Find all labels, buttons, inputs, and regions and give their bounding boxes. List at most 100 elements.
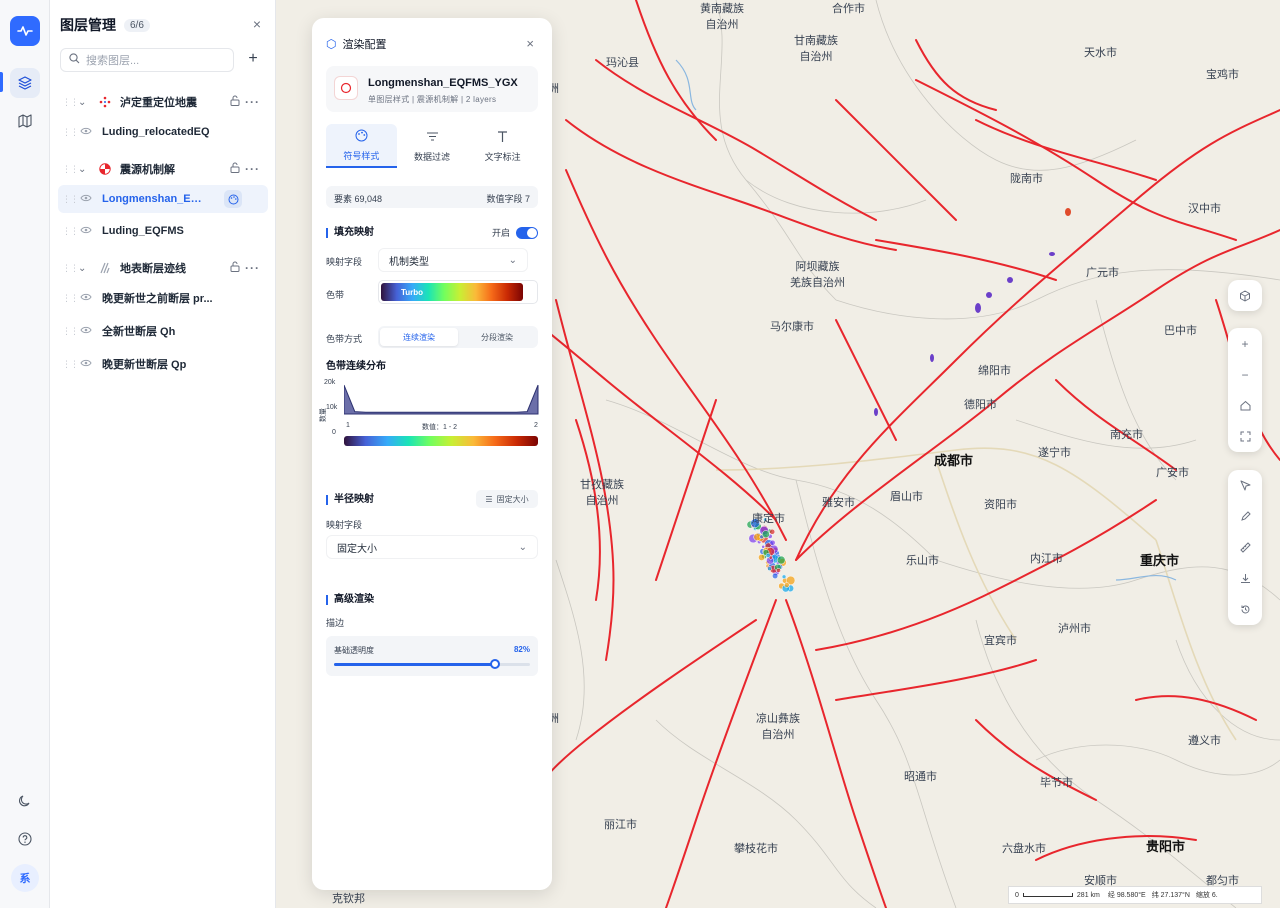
opacity-slider-thumb[interactable] — [489, 659, 500, 669]
earthquake-marker — [765, 552, 771, 558]
ramp-mode-continuous[interactable]: 连续渲染 — [380, 328, 458, 346]
lock-icon[interactable] — [230, 95, 240, 109]
map-place-label: 克钦邦 — [332, 893, 365, 905]
app-logo-icon[interactable] — [10, 16, 40, 46]
drag-handle-icon[interactable]: ⋮⋮ — [62, 359, 79, 370]
user-avatar[interactable]: 系 — [11, 864, 39, 892]
layer-row[interactable]: ⋮⋮ 晚更新世断层 Qp — [58, 350, 268, 378]
add-layer-button[interactable]: + — [244, 50, 262, 70]
more-icon[interactable]: ··· — [245, 95, 260, 109]
map-place-label: 贵阳市 — [1146, 839, 1186, 854]
layer-group-row[interactable]: ⋮⋮ ⌄ 地表断层迹线 ··· — [58, 254, 268, 282]
drag-handle-icon[interactable]: ⋮⋮ — [62, 164, 79, 175]
map-place-label: 资阳市 — [984, 499, 1017, 511]
layer-group-row[interactable]: ⋮⋮ ⌄ 泸定重定位地震 ··· — [58, 88, 268, 116]
opacity-slider-fill — [334, 663, 495, 666]
hexagon-icon: ⬡ — [326, 37, 337, 51]
lock-icon[interactable] — [230, 162, 240, 176]
eye-icon[interactable] — [80, 359, 94, 370]
layer-search-input[interactable]: 搜索图层... — [60, 48, 234, 72]
radius-field-select[interactable]: 固定大小 ⌄ — [326, 535, 538, 559]
rail-active-indicator — [0, 72, 3, 92]
stroke-label: 描边 — [326, 618, 345, 628]
layer-group-row[interactable]: ⋮⋮ ⌄ 震源机制解 ··· — [58, 155, 268, 183]
tab-text-label[interactable]: 文字标注 — [467, 124, 538, 168]
eye-icon[interactable] — [80, 293, 94, 304]
tab-label: 文字标注 — [484, 151, 521, 162]
fullscreen-icon[interactable] — [1228, 421, 1262, 452]
basemap-icon[interactable] — [10, 106, 40, 136]
close-icon[interactable]: × — [253, 16, 261, 32]
map-place-label: 遂宁市 — [1038, 447, 1071, 459]
fill-toggle[interactable] — [516, 226, 538, 239]
ruler-icon[interactable] — [1228, 532, 1262, 563]
eye-icon[interactable] — [80, 226, 94, 237]
layer-row[interactable]: ⋮⋮ Luding_relocatedEQ — [58, 118, 268, 146]
opacity-slider-track[interactable] — [334, 659, 530, 669]
hist-x-max: 2 — [534, 422, 538, 429]
zoom-out-icon[interactable]: − — [1228, 359, 1262, 390]
opacity-value: 82% — [513, 645, 530, 654]
ramp-mode-segmented-option[interactable]: 分段渲染 — [458, 328, 536, 346]
config-header: ⬡ 渲染配置 — [326, 36, 386, 52]
layer-row[interactable]: ⋮⋮ Luding_EQFMS — [58, 217, 268, 245]
chevron-down-icon[interactable]: ⌄ — [78, 263, 90, 274]
map-field-select[interactable]: 机制类型 ⌄ — [378, 248, 528, 272]
opacity-control: 基础透明度 82% — [326, 636, 538, 676]
eye-icon[interactable] — [80, 194, 94, 205]
layers-icon[interactable] — [10, 68, 40, 98]
distribution-title: 色带连续分布 — [326, 361, 386, 372]
eye-icon[interactable] — [80, 326, 94, 337]
histogram-area — [344, 384, 539, 415]
close-icon[interactable]: × — [526, 36, 534, 51]
help-icon[interactable] — [10, 824, 40, 854]
earthquake-marker — [769, 539, 776, 546]
map-place-label: 毕节市 — [1040, 777, 1073, 789]
zoom-in-icon[interactable]: + — [1228, 328, 1262, 359]
toolbar-3d — [1228, 280, 1262, 311]
ramp-mode-segmented: 连续渲染 分段渲染 — [378, 326, 538, 348]
chevron-down-icon[interactable]: ⌄ — [78, 164, 90, 175]
cursor-icon[interactable] — [1228, 470, 1262, 501]
home-icon[interactable] — [1228, 390, 1262, 421]
layer-row[interactable]: ⋮⋮ 全新世断层 Qh — [58, 317, 268, 345]
layer-row[interactable]: ⋮⋮ 晚更新世之前断层 pr... — [58, 284, 268, 312]
palette-icon[interactable] — [224, 190, 242, 208]
drag-handle-icon[interactable]: ⋮⋮ — [62, 97, 79, 108]
map-place-label: 巴中市 — [1164, 325, 1197, 337]
earthquake-marker — [769, 528, 776, 535]
more-icon[interactable]: ··· — [245, 162, 260, 176]
drag-handle-icon[interactable]: ⋮⋮ — [62, 194, 79, 205]
radius-field-value: 固定大小 — [337, 543, 377, 555]
drag-handle-icon[interactable]: ⋮⋮ — [62, 226, 79, 237]
eye-icon[interactable] — [80, 127, 94, 138]
scale-line — [1022, 893, 1073, 897]
draw-icon[interactable] — [1228, 501, 1262, 532]
tab-data-filter[interactable]: 数据过滤 — [397, 124, 468, 168]
moon-icon[interactable] — [10, 786, 40, 816]
map-place-label: 凉山彝族 自治州 — [756, 713, 800, 741]
tab-symbol-style[interactable]: 符号样式 — [326, 124, 397, 168]
layer-row-selected[interactable]: ⋮⋮ Longmenshan_EQF... — [58, 185, 268, 213]
fixed-size-button[interactable]: ☰ 固定大小 — [476, 490, 538, 508]
map-place-label: 昭通市 — [904, 771, 937, 783]
download-icon[interactable] — [1228, 563, 1262, 594]
map-place-label: 乐山市 — [906, 555, 939, 567]
color-ramp-select[interactable]: Turbo — [378, 280, 538, 304]
drag-handle-icon[interactable]: ⋮⋮ — [62, 127, 79, 138]
more-icon[interactable]: ··· — [245, 261, 260, 275]
map-place-label: 丽江市 — [604, 819, 637, 831]
cube-icon[interactable] — [1228, 280, 1262, 311]
earthquake-marker — [781, 574, 787, 580]
lock-icon[interactable] — [230, 261, 240, 275]
layer-panel-header: 图层管理 6/6 — [60, 16, 150, 34]
drag-handle-icon[interactable]: ⋮⋮ — [62, 263, 79, 274]
map-place-label: 陇南市 — [1010, 173, 1043, 185]
drag-handle-icon[interactable]: ⋮⋮ — [62, 326, 79, 337]
chevron-down-icon[interactable]: ⌄ — [78, 97, 90, 108]
hist-y-label: 数量 — [320, 408, 327, 422]
ramp-mode-label: 色带方式 — [326, 334, 363, 344]
map-place-label: 玛沁县 — [606, 57, 639, 69]
history-icon[interactable] — [1228, 594, 1262, 625]
drag-handle-icon[interactable]: ⋮⋮ — [62, 293, 79, 304]
